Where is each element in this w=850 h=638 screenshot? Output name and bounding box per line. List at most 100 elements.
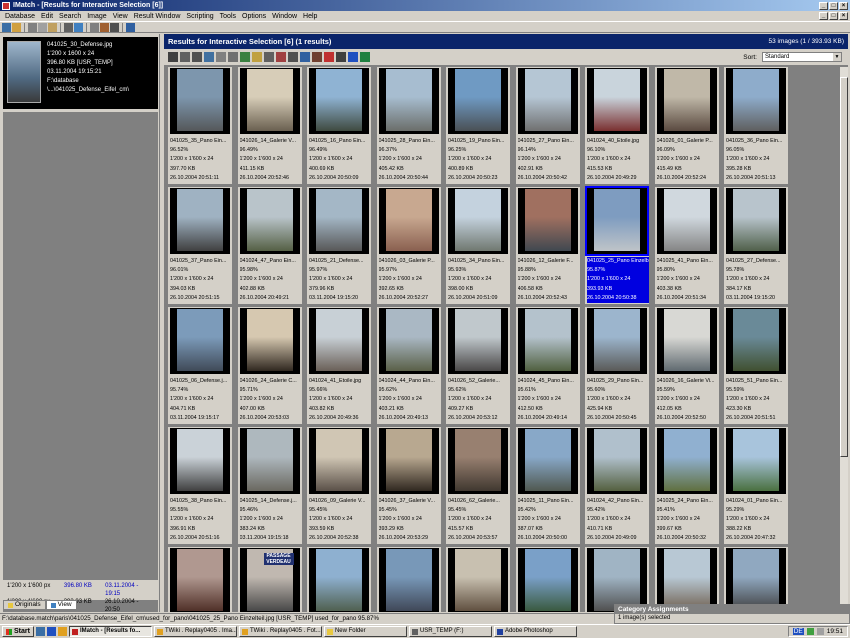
thumbnail-frame[interactable] bbox=[309, 428, 369, 494]
thumbnail-image[interactable] bbox=[455, 189, 501, 251]
thumbnail-image[interactable] bbox=[733, 549, 779, 611]
thumbnail-image[interactable] bbox=[177, 189, 223, 251]
thumbnail-image[interactable] bbox=[524, 429, 571, 491]
copy-icon[interactable] bbox=[264, 52, 274, 62]
thumbnail-frame[interactable] bbox=[587, 308, 647, 374]
thumbnail-frame[interactable] bbox=[587, 428, 647, 494]
taskbar-task[interactable]: USR_TEMP (F:) bbox=[408, 626, 492, 637]
thumbnail-frame[interactable] bbox=[656, 428, 717, 494]
thumbnail-item[interactable]: 041026_52_Galerie... 95.62% 1'200 x 1'600 … bbox=[446, 307, 510, 424]
folder-icon[interactable] bbox=[252, 52, 262, 62]
thumbnail-item[interactable] bbox=[515, 547, 580, 612]
thumbnail-image[interactable] bbox=[177, 429, 223, 491]
thumbnail-item[interactable]: 041026_01_Galerie P... 96.09% 1'200 x 1'60… bbox=[654, 67, 719, 184]
thumbnail-frame[interactable] bbox=[587, 68, 647, 134]
thumbnail-item[interactable]: 041025_51_Pano Ein... 95.59% 1'200 x 1'600… bbox=[724, 307, 788, 424]
thumbnail-frame[interactable] bbox=[239, 188, 300, 254]
thumbnail-item[interactable]: 041025_34_Pano Ein... 95.93% 1'200 x 1'600… bbox=[446, 187, 510, 304]
thumbnail-frame[interactable] bbox=[656, 548, 717, 612]
thumbnail-image[interactable] bbox=[316, 189, 362, 251]
thumbnail-item[interactable]: 041024_41_Etoile.jpg 95.66% 1'200 x 1'600 … bbox=[307, 307, 371, 424]
thumbnail-frame[interactable] bbox=[448, 428, 508, 494]
thumbnail-item[interactable]: 041025_21_Defense... 95.97% 1'200 x 1'600 … bbox=[307, 187, 371, 304]
mdi-restore-button[interactable]: □ bbox=[829, 12, 838, 20]
thumbnail-frame[interactable] bbox=[309, 548, 369, 612]
thumbnail-item[interactable] bbox=[654, 547, 719, 612]
scrollbar-thumb[interactable] bbox=[840, 77, 848, 457]
thumbnail-frame[interactable] bbox=[239, 308, 300, 374]
network-icon[interactable] bbox=[806, 628, 814, 635]
start-button[interactable]: Start bbox=[2, 626, 34, 637]
thumbnail-image[interactable] bbox=[385, 69, 432, 131]
menu-database[interactable]: Database bbox=[2, 13, 38, 20]
edit-icon[interactable] bbox=[12, 22, 21, 32]
tab-view[interactable]: View bbox=[45, 600, 77, 610]
thumbnail-image[interactable] bbox=[733, 189, 779, 251]
thumbnail-item[interactable]: 041026_14_Galerie V... 96.49% 1'200 x 1'60… bbox=[237, 67, 302, 184]
thumbnail-item[interactable] bbox=[168, 547, 232, 612]
thumbnail-image[interactable] bbox=[385, 429, 432, 491]
browser-icon[interactable] bbox=[46, 627, 56, 636]
thumbnail-image[interactable] bbox=[663, 69, 710, 131]
thumbnail-frame[interactable] bbox=[517, 188, 578, 254]
taskbar-task[interactable]: Adobe Photoshop bbox=[493, 626, 577, 637]
thumbnail-frame[interactable] bbox=[448, 548, 508, 612]
thumbnail-item[interactable]: 041026_12_Galerie F... 95.88% 1'200 x 1'60… bbox=[515, 187, 580, 304]
thumbnail-image[interactable] bbox=[524, 549, 571, 611]
thumbnail-item[interactable]: 041026_24_Galerie C... 95.71% 1'200 x 1'60… bbox=[237, 307, 302, 424]
thumbnail-item[interactable] bbox=[446, 547, 510, 612]
thumbnail-item[interactable]: 041025_36_Pano Ein... 96.05% 1'200 x 1'600… bbox=[724, 67, 788, 184]
thumbnail-image[interactable] bbox=[177, 69, 223, 131]
thumbnail-frame[interactable] bbox=[656, 188, 717, 254]
thumbnail-item[interactable]: 041024_40_Etoile.jpg 96.10% 1'200 x 1'600 … bbox=[585, 67, 649, 184]
menu-window[interactable]: Window bbox=[269, 13, 300, 20]
menu-edit[interactable]: Edit bbox=[38, 13, 56, 20]
view-mode-icon[interactable] bbox=[168, 52, 178, 62]
thumbnail-frame[interactable] bbox=[170, 188, 230, 254]
thumbnail-frame[interactable] bbox=[239, 428, 300, 494]
volume-icon[interactable] bbox=[816, 628, 824, 635]
thumbnail-image[interactable] bbox=[316, 429, 362, 491]
taskbar-task[interactable]: TWiki . Replay0405 . Ima... bbox=[153, 626, 237, 637]
thumbnail-item[interactable]: 041025_38_Pano Ein... 95.55% 1'200 x 1'600… bbox=[168, 427, 232, 544]
menu-result-window[interactable]: Result Window bbox=[131, 13, 184, 20]
thumbnail-image[interactable] bbox=[455, 309, 501, 371]
thumbnail-frame[interactable] bbox=[378, 68, 439, 134]
close-button[interactable]: × bbox=[839, 1, 848, 10]
thumbnail-frame[interactable] bbox=[170, 308, 230, 374]
thumbnail-image[interactable] bbox=[663, 549, 710, 611]
redo-icon[interactable] bbox=[100, 22, 109, 32]
sort-select[interactable]: Standard ▼ bbox=[762, 52, 842, 62]
help-icon[interactable] bbox=[126, 22, 135, 32]
maximize-button[interactable]: □ bbox=[829, 1, 838, 10]
thumbnail-frame[interactable] bbox=[656, 68, 717, 134]
thumbnail-frame[interactable] bbox=[448, 68, 508, 134]
thumbnail-item[interactable]: 041025_19_Pano Ein... 96.25% 1'200 x 1'600… bbox=[446, 67, 510, 184]
thumbnail-frame[interactable] bbox=[309, 68, 369, 134]
filter-icon[interactable] bbox=[228, 52, 238, 62]
thumbnail-image[interactable] bbox=[246, 189, 293, 251]
copy-icon[interactable] bbox=[38, 22, 47, 32]
thumbnail-frame[interactable] bbox=[448, 308, 508, 374]
info-icon[interactable] bbox=[336, 52, 346, 62]
thumbnail-frame[interactable] bbox=[517, 68, 578, 134]
thumbnail-image[interactable] bbox=[524, 69, 571, 131]
thumbnail-item[interactable]: PASSAGE VERDEAU bbox=[237, 547, 302, 612]
thumbnail-frame[interactable] bbox=[517, 428, 578, 494]
vertical-scrollbar[interactable] bbox=[840, 67, 848, 612]
thumbnail-item[interactable] bbox=[724, 547, 788, 612]
thumbnail-image[interactable] bbox=[594, 309, 640, 371]
close-results-icon[interactable] bbox=[324, 52, 334, 62]
menu-image[interactable]: Image bbox=[84, 13, 109, 20]
thumbnail-image[interactable] bbox=[733, 429, 779, 491]
thumbnail-frame[interactable] bbox=[239, 68, 300, 134]
thumbnail-frame[interactable] bbox=[517, 548, 578, 612]
thumbnail-frame[interactable] bbox=[309, 188, 369, 254]
thumbnail-frame[interactable] bbox=[378, 548, 439, 612]
thumbnail-frame[interactable] bbox=[170, 548, 230, 612]
thumbnail-frame[interactable] bbox=[378, 428, 439, 494]
thumbnail-item[interactable] bbox=[307, 547, 371, 612]
thumbnail-item[interactable]: 041026_03_Galerie P... 95.97% 1'200 x 1'60… bbox=[376, 187, 441, 304]
thumbnail-item[interactable] bbox=[585, 547, 649, 612]
image-icon[interactable] bbox=[74, 22, 83, 32]
